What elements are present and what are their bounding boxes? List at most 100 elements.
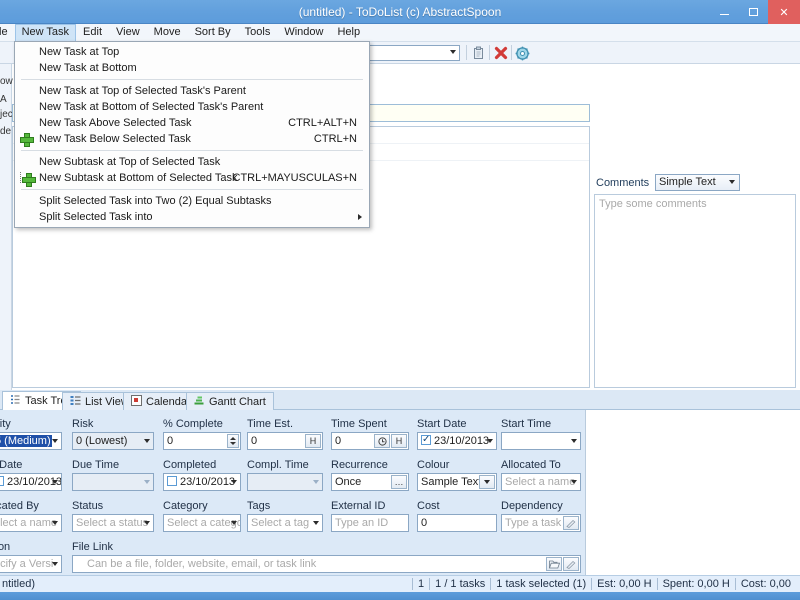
field-dependency: Dependency Type a task ID: [501, 500, 581, 532]
field-label: Category: [163, 500, 208, 512]
stopwatch-icon[interactable]: [374, 434, 390, 448]
minimize-button[interactable]: [710, 0, 739, 24]
delete-icon[interactable]: [493, 45, 509, 61]
chevron-down-icon[interactable]: [571, 439, 577, 443]
menu-item-split-selected-task-into[interactable]: Split Selected Task into: [15, 209, 369, 225]
edit-file-link-icon[interactable]: [563, 557, 579, 571]
chevron-down-icon[interactable]: [729, 180, 735, 184]
version-value: ecify a Versi: [0, 558, 54, 570]
field-label: e Date: [0, 459, 23, 471]
menu-item-shortcut: CTRL+MAYUSCULAS+N: [232, 172, 358, 184]
chevron-down-icon[interactable]: [313, 480, 319, 484]
browse-folder-icon[interactable]: [546, 557, 562, 571]
stub-line-2: A: [0, 94, 7, 105]
chevron-down-icon[interactable]: [144, 521, 150, 525]
chevron-down-icon[interactable]: [231, 480, 237, 484]
menu-view[interactable]: View: [109, 24, 147, 41]
status-file-name: ntitled): [2, 578, 36, 590]
status-combo[interactable]: Select a status: [72, 514, 154, 532]
external-id-input[interactable]: Type an ID: [331, 514, 409, 532]
category-combo[interactable]: Select a catego: [163, 514, 241, 532]
menu-help[interactable]: Help: [330, 24, 367, 41]
field-version: sion ecify a Versi: [0, 541, 62, 573]
start-time-combo[interactable]: [501, 432, 581, 450]
due-date-checkbox[interactable]: [0, 476, 4, 486]
menu-item-new-subtask-bottom-of-selected[interactable]: New Subtask at Bottom of Selected Task C…: [15, 170, 369, 187]
chevron-down-icon[interactable]: [52, 439, 58, 443]
recurrence-options-button[interactable]: …: [391, 475, 407, 489]
menu-tools[interactable]: Tools: [238, 24, 278, 41]
due-date-picker[interactable]: 23/10/2013: [0, 473, 62, 491]
list-icon: [70, 395, 81, 409]
edit-dependency-icon[interactable]: [563, 516, 579, 530]
close-button[interactable]: ✕: [768, 0, 800, 24]
chevron-down-icon[interactable]: [571, 480, 577, 484]
chevron-down-icon[interactable]: [52, 480, 58, 484]
menu-item-new-task-above-selected[interactable]: New Task Above Selected Task CTRL+ALT+N: [15, 115, 369, 131]
risk-combo[interactable]: 0 (Lowest): [72, 432, 154, 450]
chevron-down-icon[interactable]: [144, 439, 150, 443]
allocated-by-combo[interactable]: elect a name: [0, 514, 62, 532]
chevron-down-icon[interactable]: [52, 562, 58, 566]
start-date-picker[interactable]: 23/10/2013: [417, 432, 497, 450]
priority-combo[interactable]: 5 (Medium): [0, 432, 62, 450]
allocated-by-value: elect a name: [0, 517, 57, 529]
chevron-down-icon[interactable]: [313, 521, 319, 525]
maximize-button[interactable]: [739, 0, 768, 24]
completed-date-picker[interactable]: 23/10/2013: [163, 473, 241, 491]
menu-edit[interactable]: Edit: [76, 24, 109, 41]
menu-item-new-task-top-of-parent[interactable]: New Task at Top of Selected Task's Paren…: [15, 83, 369, 99]
spinner-icon[interactable]: [227, 434, 239, 448]
start-date-checkbox[interactable]: [421, 433, 431, 446]
field-label: Due Time: [72, 459, 120, 471]
due-time-combo[interactable]: [72, 473, 154, 491]
time-est-input[interactable]: 0 H: [247, 432, 323, 450]
time-spent-unit-button[interactable]: H: [391, 434, 407, 448]
chevron-down-icon[interactable]: [231, 521, 237, 525]
status-cell: Cost: 0,00: [734, 578, 796, 590]
menu-item-new-task-at-bottom[interactable]: New Task at Bottom: [15, 60, 369, 76]
time-spent-value: 0: [335, 435, 342, 447]
dependency-input[interactable]: Type a task ID: [501, 514, 581, 532]
allocated-to-combo[interactable]: Select a name: [501, 473, 581, 491]
field-priority: ority 5 (Medium): [0, 418, 62, 450]
chevron-down-icon[interactable]: [144, 480, 150, 484]
menu-item-new-task-below-selected[interactable]: New Task Below Selected Task CTRL+N: [15, 131, 369, 147]
time-spent-input[interactable]: 0 H: [331, 432, 409, 450]
colour-combo[interactable]: Sample Text: [417, 473, 497, 491]
comments-textarea[interactable]: Type some comments: [594, 194, 796, 388]
menu-item-new-subtask-top-of-selected[interactable]: New Subtask at Top of Selected Task: [15, 154, 369, 170]
version-combo[interactable]: ecify a Versi: [0, 555, 62, 573]
menu-item-new-task-bottom-of-parent[interactable]: New Task at Bottom of Selected Task's Pa…: [15, 99, 369, 115]
menu-item-new-task-at-top[interactable]: New Task at Top: [15, 44, 369, 60]
menu-window[interactable]: Window: [277, 24, 330, 41]
menu-move[interactable]: Move: [147, 24, 188, 41]
menu-file[interactable]: le: [0, 24, 15, 41]
preferences-icon[interactable]: [514, 45, 530, 61]
chevron-down-icon[interactable]: [450, 50, 456, 54]
chevron-down-icon[interactable]: [479, 475, 495, 489]
toolbar-separator-3: [511, 45, 512, 60]
menu-item-split-into-two-equal-subtasks[interactable]: Split Selected Task into Two (2) Equal S…: [15, 193, 369, 209]
field-label: Time Est.: [247, 418, 294, 430]
field-file-link: File Link Can be a file, folder, website…: [72, 541, 581, 573]
time-est-unit-button[interactable]: H: [305, 434, 321, 448]
field-allocated-to: Allocated To Select a name: [501, 459, 581, 491]
percent-complete-input[interactable]: 0: [163, 432, 241, 450]
chevron-down-icon[interactable]: [487, 439, 493, 443]
paste-icon[interactable]: [471, 45, 487, 61]
comments-format-select[interactable]: Simple Text: [655, 174, 740, 191]
field-colour: Colour Sample Text: [417, 459, 497, 491]
tab-gantt-chart[interactable]: Gantt Chart: [186, 392, 274, 410]
menu-sort-by[interactable]: Sort By: [188, 24, 238, 41]
menu-new-task[interactable]: New Task: [14, 24, 77, 41]
status-cell: 1 task selected (1): [490, 578, 591, 590]
field-label: Time Spent: [331, 418, 387, 430]
recurrence-combo[interactable]: Once …: [331, 473, 409, 491]
chevron-down-icon[interactable]: [52, 521, 58, 525]
file-link-input[interactable]: Can be a file, folder, website, email, o…: [72, 555, 581, 573]
compl-time-combo[interactable]: [247, 473, 323, 491]
completed-checkbox[interactable]: [167, 476, 177, 486]
cost-input[interactable]: 0: [417, 514, 497, 532]
tags-combo[interactable]: Select a tag: [247, 514, 323, 532]
